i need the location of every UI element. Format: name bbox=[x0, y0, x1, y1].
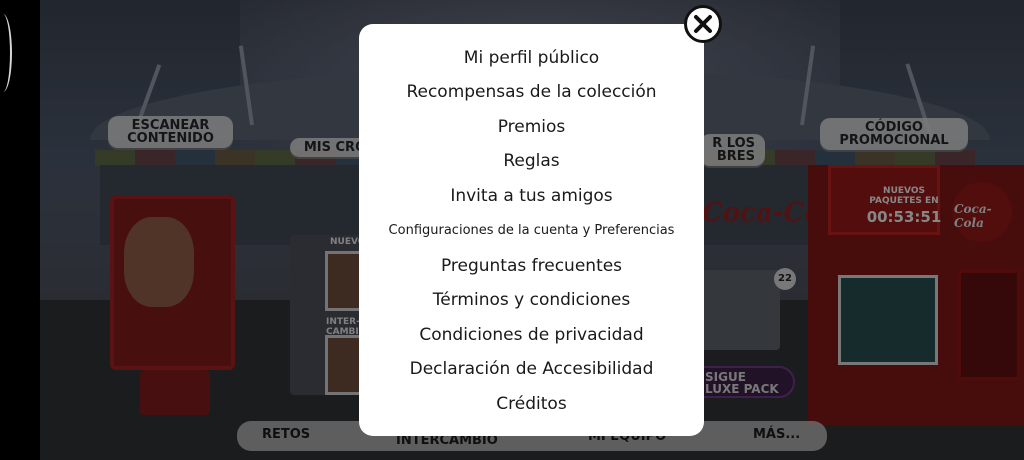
menu-item-rules[interactable]: Reglas bbox=[359, 150, 704, 172]
system-edge bbox=[0, 0, 40, 460]
menu-item-prizes[interactable]: Premios bbox=[359, 116, 704, 138]
menu-item-invite-friends[interactable]: Invita a tus amigos bbox=[359, 185, 704, 207]
menu-item-terms[interactable]: Términos y condiciones bbox=[359, 289, 704, 311]
edge-gesture-indicator bbox=[0, 14, 12, 92]
menu-item-privacy[interactable]: Condiciones de privacidad bbox=[359, 324, 704, 346]
screen: ESCANEAR CONTENIDO MIS CRO R LOS BRES CÓ… bbox=[0, 0, 1024, 460]
close-button[interactable] bbox=[684, 5, 722, 43]
menu-item-public-profile[interactable]: Mi perfil público bbox=[359, 47, 704, 69]
menu-item-accessibility[interactable]: Declaración de Accesibilidad bbox=[359, 358, 704, 380]
menu-item-credits[interactable]: Créditos bbox=[359, 393, 704, 415]
close-icon bbox=[694, 15, 712, 33]
menu-item-collection-rewards[interactable]: Recompensas de la colección bbox=[359, 81, 704, 103]
menu-item-faq[interactable]: Preguntas frecuentes bbox=[359, 255, 704, 277]
menu-item-account-settings[interactable]: Configuraciones de la cuenta y Preferenc… bbox=[359, 220, 704, 242]
settings-menu-modal: Mi perfil público Recompensas de la cole… bbox=[359, 24, 704, 436]
